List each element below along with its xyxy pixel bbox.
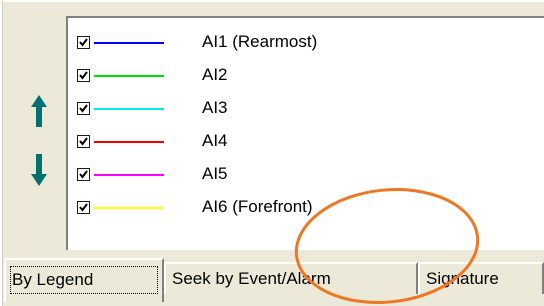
move-down-button[interactable] [30, 152, 48, 188]
arrow-down-icon [30, 152, 48, 188]
legend-label: AI3 [202, 98, 228, 117]
legend-row-ai3[interactable]: AI3 [68, 94, 544, 127]
tab-strip: Seek by Event/Alarm Signature By Legend [0, 248, 544, 306]
legend-row-ai4[interactable]: AI4 [68, 127, 544, 160]
window-top-border [0, 0, 544, 2]
legend-label: AI2 [202, 65, 228, 84]
legend-color-line [94, 141, 164, 143]
legend-row-ai6[interactable]: AI6 (Forefront) [68, 193, 544, 226]
legend-label: AI6 (Forefront) [202, 197, 313, 216]
legend-list[interactable]: AI1 (Rearmost) AI2 AI3 AI4 AI5 AI6 (Fore [66, 16, 544, 250]
legend-checkbox[interactable] [77, 201, 90, 214]
legend-label: AI1 (Rearmost) [202, 32, 318, 51]
tab-seek-by-event-alarm[interactable]: Seek by Event/Alarm [164, 262, 418, 294]
arrow-up-icon [30, 93, 48, 129]
legend-color-line [94, 42, 164, 44]
move-up-button[interactable] [30, 93, 48, 129]
legend-checkbox[interactable] [77, 69, 90, 82]
legend-checkbox[interactable] [77, 135, 90, 148]
tab-signature[interactable]: Signature [418, 262, 544, 294]
legend-label: AI5 [202, 164, 228, 183]
legend-color-line [94, 108, 164, 110]
legend-checkbox[interactable] [77, 102, 90, 115]
tab-label: By Legend [12, 270, 94, 289]
legend-color-line [94, 174, 164, 176]
legend-checkbox[interactable] [77, 168, 90, 181]
legend-row-ai5[interactable]: AI5 [68, 160, 544, 193]
tab-label: Signature [426, 269, 499, 288]
legend-row-ai2[interactable]: AI2 [68, 61, 544, 94]
legend-label: AI4 [202, 131, 228, 150]
tab-by-legend[interactable]: By Legend [4, 258, 164, 302]
tab-label: Seek by Event/Alarm [172, 269, 331, 288]
legend-row-ai1[interactable]: AI1 (Rearmost) [68, 28, 544, 61]
legend-color-line [94, 207, 164, 209]
legend-checkbox[interactable] [77, 36, 90, 49]
legend-color-line [94, 75, 164, 77]
